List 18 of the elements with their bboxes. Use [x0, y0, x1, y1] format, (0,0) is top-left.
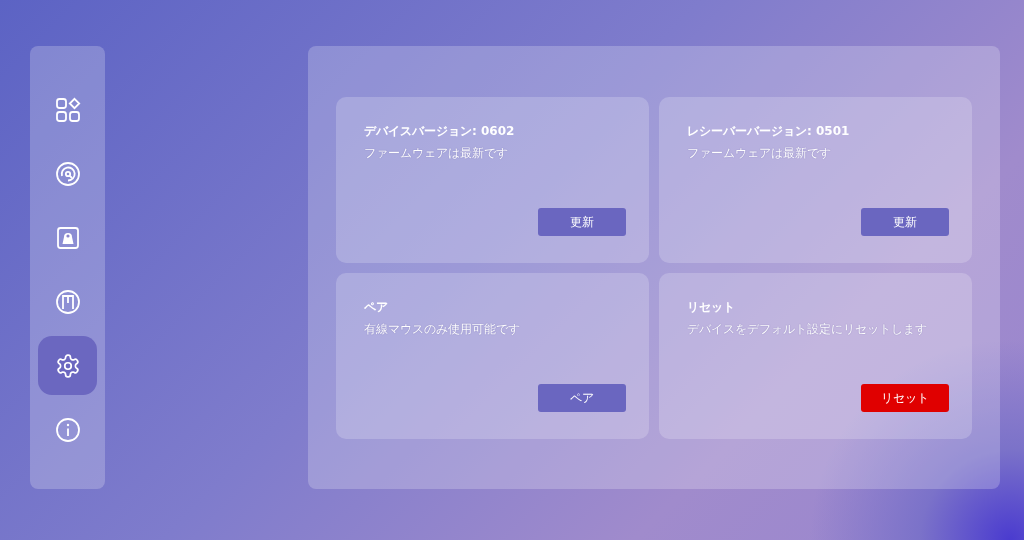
card-title: レシーバーバージョン: 0501 — [687, 123, 851, 140]
card-title: ペア — [364, 299, 389, 316]
dial-icon — [54, 160, 81, 187]
card-title: デバイスバージョン: 0602 — [364, 123, 516, 140]
card-description: ファームウェアは最新です — [364, 146, 509, 161]
card-button[interactable]: ペア — [538, 384, 626, 412]
card-title: リセット — [687, 299, 736, 316]
card-description: ファームウェアは最新です — [687, 146, 832, 161]
card-button[interactable]: 更新 — [861, 208, 949, 236]
card-description: 有線マウスのみ使用可能です — [364, 322, 521, 337]
settings-icon — [54, 352, 81, 379]
info-icon — [54, 416, 81, 443]
card-button[interactable]: 更新 — [538, 208, 626, 236]
grid-icon — [54, 96, 81, 123]
portrait-icon — [55, 225, 80, 250]
card-button[interactable]: リセット — [861, 384, 949, 412]
nav-item[interactable] — [38, 336, 97, 395]
m-circle-icon — [54, 288, 81, 315]
